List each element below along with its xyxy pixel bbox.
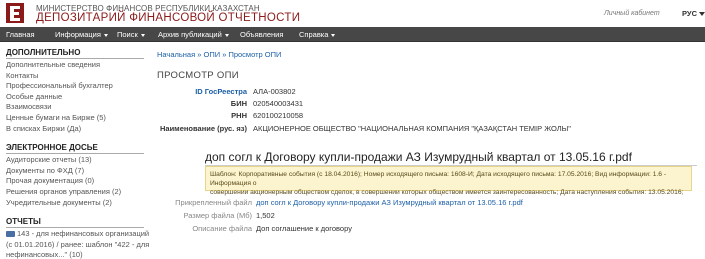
sidebar-item-relations[interactable]: Взаимосвязи (6, 102, 146, 113)
sidebar-item-fhd-documents[interactable]: Документы по ФХД (7) (6, 166, 146, 177)
nav-archive[interactable]: Архив публикаций (158, 30, 229, 39)
attached-file-link[interactable]: доп согл к Договору купли-продажи АЗ Изу… (256, 198, 523, 207)
ministry-logo-icon[interactable] (6, 3, 24, 23)
sidebar-item-securities[interactable]: Ценные бумаги на Бирже (5) (6, 113, 146, 124)
report-line-1: 143 - для нефинансовых организаций (17, 229, 150, 239)
file-size-label: Размер файла (Мб) (183, 211, 252, 220)
id-registry-label: ID ГосРеестра (195, 87, 247, 96)
sidebar-item-contacts[interactable]: Контакты (6, 71, 146, 82)
name-value: АКЦИОНЕРНОЕ ОБЩЕСТВО "НАЦИОНАЛЬНАЯ КОМПА… (253, 124, 571, 133)
file-size-value: 1,502 (256, 211, 275, 220)
main-navbar: Главная Информация Поиск Архив публикаци… (0, 27, 705, 42)
divider (6, 58, 144, 59)
sidebar-section-additional: ДОПОЛНИТЕЛЬНО (6, 48, 81, 57)
sidebar-item-exchange-lists[interactable]: В списках Биржи (Да) (6, 124, 146, 135)
language-selector[interactable]: РУС (682, 9, 697, 18)
nav-information-label: Информация (55, 30, 101, 39)
name-label: Наименование (рус. яз) (159, 124, 247, 133)
chevron-down-icon (103, 33, 108, 37)
chevron-down-icon (224, 33, 229, 37)
template-line-1: Шаблон: Корпоративные события (с 18.04.2… (210, 171, 667, 187)
nav-search-label: Поиск (117, 30, 138, 39)
attached-file-label: Прикрепленный файл (175, 198, 252, 207)
bin-value: 020540003431 (253, 99, 304, 108)
sidebar-item-report-143[interactable]: 143 - для нефинансовых организаций (6, 229, 150, 240)
document-title: доп согл к Договору купли-продажи АЗ Изу… (205, 150, 632, 164)
template-info-box: Шаблон: Корпоративные события (с 18.04.2… (205, 166, 692, 196)
nav-announcements[interactable]: Объявления (240, 30, 283, 39)
sidebar-item-additional-info[interactable]: Дополнительные сведения (6, 60, 146, 71)
chevron-down-icon[interactable] (699, 12, 705, 16)
nav-information[interactable]: Информация (55, 30, 108, 39)
chevron-down-icon (331, 33, 336, 37)
sidebar-item-other-docs[interactable]: Прочая документация (0) (6, 176, 146, 187)
sidebar-section-dossier: ЭЛЕКТРОННОЕ ДОСЬЕ (6, 143, 98, 153)
rnn-value: 620100210058 (253, 111, 304, 120)
nav-search[interactable]: Поиск (117, 30, 145, 39)
breadcrumb[interactable]: Начальная » ОПИ » Просмотр ОПИ (157, 50, 281, 59)
report-line-3[interactable]: нефинансовых..." (10) (6, 250, 146, 259)
nav-help[interactable]: Справка (299, 30, 336, 39)
nav-help-label: Справка (299, 30, 329, 39)
sidebar: ДОПОЛНИТЕЛЬНО Дополнительные сведения Ко… (6, 47, 150, 259)
sidebar-item-founding-docs[interactable]: Учредительные документы (2) (6, 198, 146, 209)
nav-home[interactable]: Главная (6, 30, 35, 39)
nav-home-label: Главная (6, 30, 35, 39)
report-line-2[interactable]: (с 01.01.2016) / ранее: шаблон "422 - дл… (6, 240, 149, 251)
personal-cabinet-link[interactable]: Личный кабинет (604, 10, 660, 17)
sidebar-item-special-data[interactable]: Особые данные (6, 92, 146, 103)
file-description-value: Доп соглашение к договору (256, 224, 352, 233)
nav-announcements-label: Объявления (240, 30, 284, 39)
divider (6, 227, 144, 229)
nav-archive-label: Архив публикаций (158, 30, 222, 39)
id-registry-value: АЛА-003802 (253, 87, 296, 96)
rnn-label: РНН (231, 111, 247, 120)
page-title: ПРОСМОТР ОПИ (157, 70, 239, 81)
sidebar-item-accountant[interactable]: Профессиональный бухгалтер (6, 81, 146, 92)
sidebar-item-audit-reports[interactable]: Аудиторские отчеты (13) (6, 155, 146, 166)
document-icon (6, 231, 15, 238)
bin-label: БИН (230, 99, 247, 108)
chevron-down-icon (140, 33, 145, 37)
sidebar-item-management-decisions[interactable]: Решения органов управления (2) (6, 187, 146, 198)
template-line-2: совершении акционерным обществом сделок,… (210, 189, 684, 196)
site-header: МИНИСТЕРСТВО ФИНАНСОВ РЕСПУБЛИКИ КАЗАХСТ… (0, 0, 705, 27)
org-title[interactable]: ДЕПОЗИТАРИЙ ФИНАНСОВОЙ ОТЧЕТНОСТИ (36, 12, 300, 24)
divider (6, 153, 144, 155)
sidebar-section-reports: ОТЧЕТЫ (6, 217, 41, 227)
file-description-label: Описание файла (192, 224, 252, 233)
